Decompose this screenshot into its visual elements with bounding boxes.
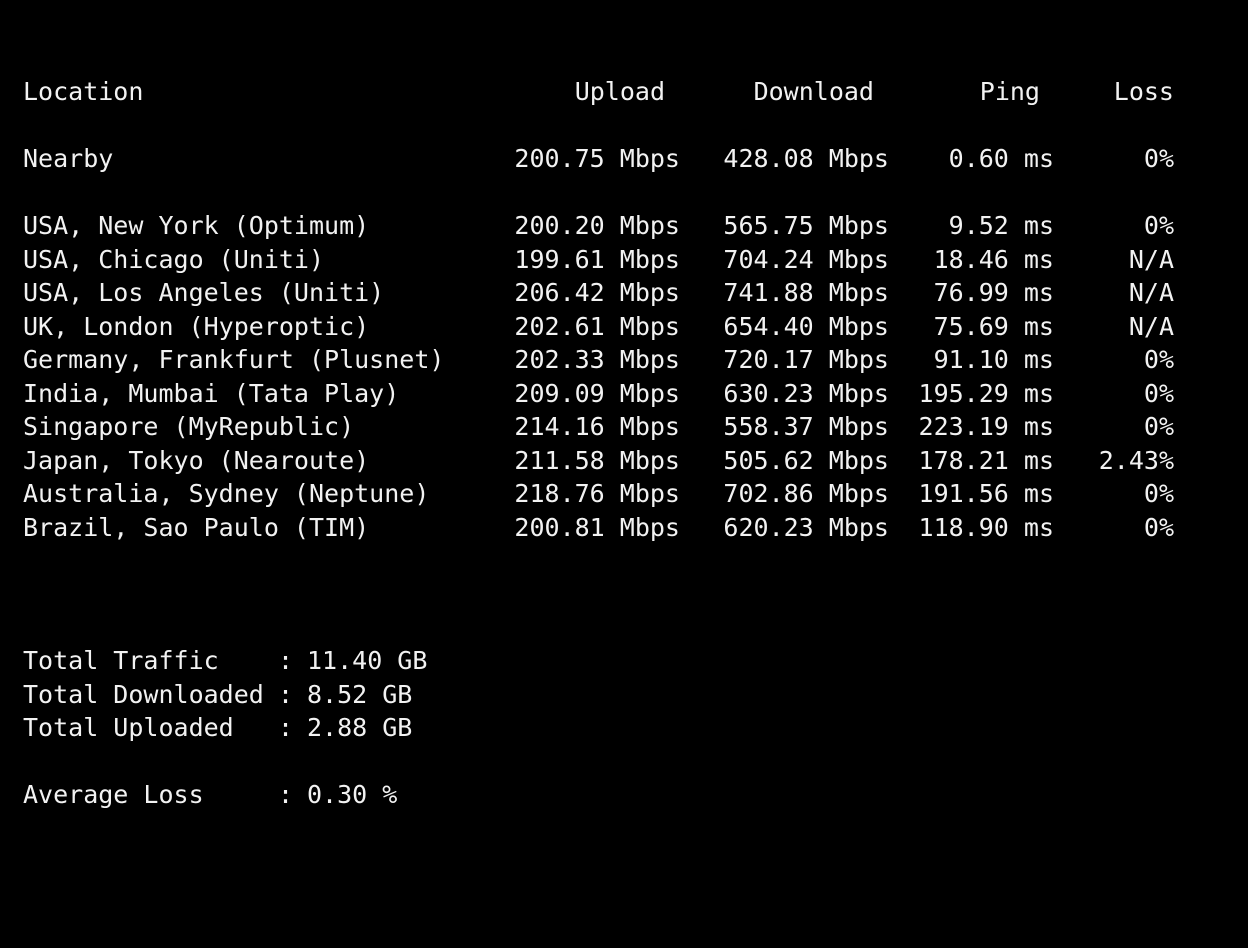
row-upload: 209.09 Mbps xyxy=(514,379,680,408)
row-location: USA, New York (Optimum) xyxy=(23,211,370,240)
row-download: 720.17 Mbps xyxy=(723,345,889,374)
row-location: Nearby xyxy=(23,144,114,173)
summary-separator: : xyxy=(278,646,294,675)
row-upload: 214.16 Mbps xyxy=(514,412,680,441)
row-location: India, Mumbai (Tata Play) xyxy=(23,379,400,408)
row-download: 654.40 Mbps xyxy=(723,312,889,341)
summary-value: 8.52 GB xyxy=(307,680,413,709)
header-ping: Ping xyxy=(979,77,1040,106)
row-loss: 0% xyxy=(1143,345,1174,374)
summary-line: Total Traffic : 11.40 GB xyxy=(0,644,1248,678)
row-location: UK, London (Hyperoptic) xyxy=(23,312,370,341)
row-upload: 202.33 Mbps xyxy=(514,345,680,374)
row-upload: 206.42 Mbps xyxy=(514,278,680,307)
summary-line: Average Loss : 0.30 % xyxy=(0,778,1248,812)
row-download: 630.23 Mbps xyxy=(723,379,889,408)
row-loss: 0% xyxy=(1143,379,1174,408)
summary-value: 11.40 GB xyxy=(307,646,428,675)
table-row: Japan, Tokyo (Nearoute) 211.58 Mbps 505.… xyxy=(0,444,1248,478)
row-loss: N/A xyxy=(1128,245,1174,274)
table-row: USA, Chicago (Uniti) 199.61 Mbps 704.24 … xyxy=(0,243,1248,277)
table-row: Singapore (MyRepublic) 214.16 Mbps 558.3… xyxy=(0,410,1248,444)
row-ping: 9.52 ms xyxy=(948,211,1054,240)
summary-value: 0.30 % xyxy=(307,780,398,809)
row-ping: 0.60 ms xyxy=(948,144,1054,173)
row-ping: 191.56 ms xyxy=(918,479,1054,508)
row-location: USA, Los Angeles (Uniti) xyxy=(23,278,385,307)
row-upload: 211.58 Mbps xyxy=(514,446,680,475)
row-download: 558.37 Mbps xyxy=(723,412,889,441)
row-loss: N/A xyxy=(1128,278,1174,307)
header-location: Location xyxy=(23,77,144,106)
row-loss: N/A xyxy=(1128,312,1174,341)
row-upload: 202.61 Mbps xyxy=(514,312,680,341)
row-upload: 199.61 Mbps xyxy=(514,245,680,274)
table-row: UK, London (Hyperoptic) 202.61 Mbps 654.… xyxy=(0,310,1248,344)
row-loss: 0% xyxy=(1143,479,1174,508)
row-upload: 200.81 Mbps xyxy=(514,513,680,542)
table-row: Brazil, Sao Paulo (TIM) 200.81 Mbps 620.… xyxy=(0,511,1248,545)
summary-label: Total Downloaded xyxy=(23,680,264,709)
table-row: Nearby 200.75 Mbps 428.08 Mbps 0.60 ms 0… xyxy=(0,142,1248,176)
header-download: Download xyxy=(753,77,874,106)
row-location: Japan, Tokyo (Nearoute) xyxy=(23,446,370,475)
row-location: Germany, Frankfurt (Plusnet) xyxy=(23,345,445,374)
summary-separator: : xyxy=(278,780,294,809)
table-header: Location Upload Download Ping Loss xyxy=(0,75,1248,109)
row-location: Brazil, Sao Paulo (TIM) xyxy=(23,513,370,542)
row-download: 702.86 Mbps xyxy=(723,479,889,508)
row-ping: 195.29 ms xyxy=(918,379,1054,408)
header-upload: Upload xyxy=(574,77,665,106)
row-ping: 75.69 ms xyxy=(933,312,1054,341)
row-loss: 0% xyxy=(1143,513,1174,542)
row-download: 620.23 Mbps xyxy=(723,513,889,542)
summary-separator: : xyxy=(278,680,294,709)
row-download: 505.62 Mbps xyxy=(723,446,889,475)
row-ping: 18.46 ms xyxy=(933,245,1054,274)
row-upload: 218.76 Mbps xyxy=(514,479,680,508)
summary-line: Total Uploaded : 2.88 GB xyxy=(0,711,1248,745)
header-loss: Loss xyxy=(1113,77,1174,106)
row-ping: 118.90 ms xyxy=(918,513,1054,542)
table-row: USA, Los Angeles (Uniti) 206.42 Mbps 741… xyxy=(0,276,1248,310)
table-row: USA, New York (Optimum) 200.20 Mbps 565.… xyxy=(0,209,1248,243)
row-ping: 223.19 ms xyxy=(918,412,1054,441)
row-location: USA, Chicago (Uniti) xyxy=(23,245,325,274)
table-row: India, Mumbai (Tata Play) 209.09 Mbps 63… xyxy=(0,377,1248,411)
row-download: 565.75 Mbps xyxy=(723,211,889,240)
row-ping: 178.21 ms xyxy=(918,446,1054,475)
row-ping: 91.10 ms xyxy=(933,345,1054,374)
row-location: Australia, Sydney (Neptune) xyxy=(23,479,430,508)
row-download: 428.08 Mbps xyxy=(723,144,889,173)
row-loss: 0% xyxy=(1143,144,1174,173)
summary-label: Average Loss xyxy=(23,780,204,809)
row-upload: 200.75 Mbps xyxy=(514,144,680,173)
summary-value: 2.88 GB xyxy=(307,713,413,742)
table-row: Germany, Frankfurt (Plusnet) 202.33 Mbps… xyxy=(0,343,1248,377)
summary-line: Total Downloaded : 8.52 GB xyxy=(0,678,1248,712)
row-location: Singapore (MyRepublic) xyxy=(23,412,355,441)
row-upload: 200.20 Mbps xyxy=(514,211,680,240)
summary-label: Total Uploaded xyxy=(23,713,234,742)
row-download: 741.88 Mbps xyxy=(723,278,889,307)
summary-label: Total Traffic xyxy=(23,646,219,675)
row-loss: 2.43% xyxy=(1098,446,1174,475)
row-loss: 0% xyxy=(1143,412,1174,441)
summary-separator: : xyxy=(278,713,294,742)
row-download: 704.24 Mbps xyxy=(723,245,889,274)
table-row: Australia, Sydney (Neptune) 218.76 Mbps … xyxy=(0,477,1248,511)
row-ping: 76.99 ms xyxy=(933,278,1054,307)
row-loss: 0% xyxy=(1143,211,1174,240)
